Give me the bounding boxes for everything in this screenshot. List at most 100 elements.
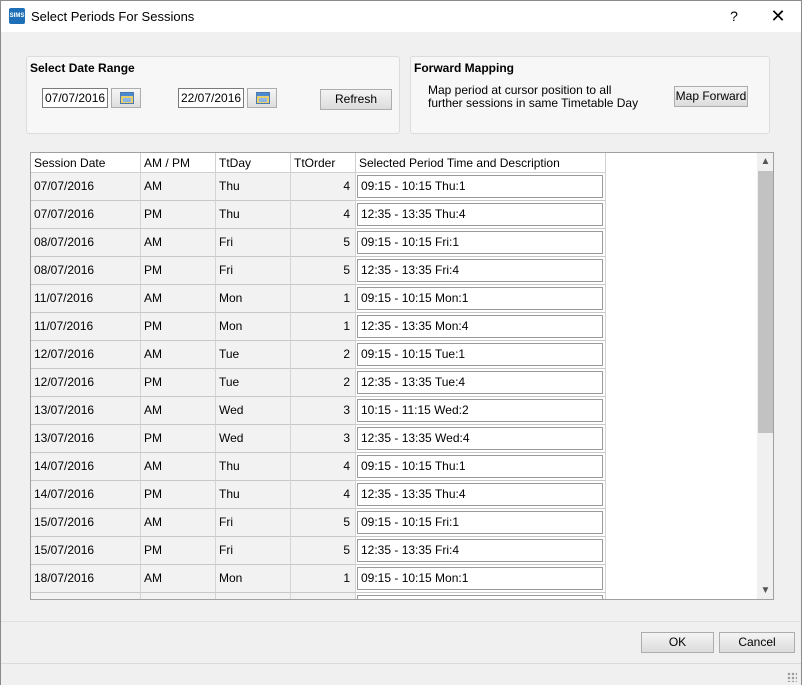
table-cell-date[interactable]: 12/07/2016 — [31, 369, 141, 397]
period-selector[interactable]: 09:15 - 10:15 Tue:1 — [357, 343, 603, 366]
table-cell-date[interactable] — [31, 593, 141, 599]
table-cell-day[interactable]: Thu — [216, 173, 291, 201]
table-cell-order[interactable]: 4 — [291, 481, 356, 509]
table-cell-ampm[interactable]: PM — [141, 537, 216, 565]
scroll-thumb[interactable] — [758, 171, 773, 433]
table-cell-ampm[interactable]: PM — [141, 481, 216, 509]
col-header-am-pm[interactable]: AM / PM — [141, 153, 216, 173]
period-selector[interactable]: 12:35 - 13:35 Fri:4 — [357, 259, 603, 282]
refresh-button[interactable]: Refresh — [320, 89, 392, 110]
table-cell-day[interactable] — [216, 593, 291, 599]
period-selector[interactable]: 12:35 - 13:35 Tue:4 — [357, 371, 603, 394]
table-cell-order[interactable]: 5 — [291, 229, 356, 257]
table-cell-order[interactable]: 1 — [291, 285, 356, 313]
table-cell-day[interactable]: Thu — [216, 481, 291, 509]
table-cell-ampm[interactable]: AM — [141, 341, 216, 369]
scroll-down-icon[interactable]: ▼ — [757, 582, 773, 599]
ok-button[interactable]: OK — [641, 632, 714, 653]
period-selector[interactable]: 09:15 - 10:15 Mon:1 — [357, 287, 603, 310]
table-cell-ampm[interactable]: AM — [141, 453, 216, 481]
scroll-up-icon[interactable]: ▲ — [757, 153, 773, 170]
table-cell-ampm[interactable]: PM — [141, 201, 216, 229]
help-button[interactable]: ? — [721, 3, 747, 29]
table-cell-ampm[interactable]: AM — [141, 285, 216, 313]
table-cell-date[interactable]: 07/07/2016 — [31, 173, 141, 201]
table-cell-date[interactable]: 13/07/2016 — [31, 425, 141, 453]
period-selector[interactable] — [357, 595, 603, 599]
table-cell-day[interactable]: Fri — [216, 509, 291, 537]
table-cell-day[interactable]: Mon — [216, 565, 291, 593]
table-cell-order[interactable]: 2 — [291, 369, 356, 397]
period-selector[interactable]: 09:15 - 10:15 Thu:1 — [357, 455, 603, 478]
table-cell-day[interactable]: Thu — [216, 453, 291, 481]
table-cell-date[interactable]: 08/07/2016 — [31, 229, 141, 257]
table-cell-date[interactable]: 13/07/2016 — [31, 397, 141, 425]
table-cell-order[interactable]: 1 — [291, 565, 356, 593]
period-selector[interactable]: 09:15 - 10:15 Thu:1 — [357, 175, 603, 198]
table-cell-ampm[interactable]: AM — [141, 565, 216, 593]
table-cell-date[interactable]: 11/07/2016 — [31, 285, 141, 313]
table-cell-date[interactable]: 07/07/2016 — [31, 201, 141, 229]
table-cell-day[interactable]: Mon — [216, 313, 291, 341]
table-cell-day[interactable]: Tue — [216, 341, 291, 369]
vertical-scrollbar[interactable]: ▲ ▼ — [757, 153, 773, 599]
period-selector[interactable]: 12:35 - 13:35 Fri:4 — [357, 539, 603, 562]
col-header-session-date[interactable]: Session Date — [31, 153, 141, 173]
period-selector[interactable]: 12:35 - 13:35 Wed:4 — [357, 427, 603, 450]
table-cell-order[interactable]: 4 — [291, 173, 356, 201]
to-date-calendar-button[interactable] — [247, 88, 277, 108]
table-cell-order[interactable]: 4 — [291, 201, 356, 229]
table-cell-ampm[interactable]: AM — [141, 173, 216, 201]
cancel-button[interactable]: Cancel — [719, 632, 795, 653]
close-icon[interactable]: ✕ — [763, 3, 793, 29]
table-cell-ampm[interactable]: PM — [141, 313, 216, 341]
col-header-selected-period[interactable]: Selected Period Time and Description — [356, 153, 606, 173]
period-selector[interactable]: 10:15 - 11:15 Wed:2 — [357, 399, 603, 422]
title-bar[interactable]: SIMS Select Periods For Sessions ? ✕ — [1, 1, 801, 32]
table-cell-ampm[interactable]: AM — [141, 229, 216, 257]
table-cell-ampm[interactable]: PM — [141, 369, 216, 397]
table-cell-date[interactable]: 11/07/2016 — [31, 313, 141, 341]
table-cell-order[interactable]: 5 — [291, 509, 356, 537]
table-cell-order[interactable]: 3 — [291, 425, 356, 453]
table-cell-order[interactable]: 5 — [291, 537, 356, 565]
table-cell-day[interactable]: Tue — [216, 369, 291, 397]
table-cell-date[interactable]: 08/07/2016 — [31, 257, 141, 285]
map-forward-button[interactable]: Map Forward — [674, 86, 748, 107]
period-selector[interactable]: 09:15 - 10:15 Fri:1 — [357, 511, 603, 534]
col-header-ttorder[interactable]: TtOrder — [291, 153, 356, 173]
table-cell-day[interactable]: Wed — [216, 425, 291, 453]
period-selector[interactable]: 12:35 - 13:35 Thu:4 — [357, 483, 603, 506]
table-cell-order[interactable]: 5 — [291, 257, 356, 285]
table-cell-date[interactable]: 14/07/2016 — [31, 453, 141, 481]
table-cell-date[interactable]: 14/07/2016 — [31, 481, 141, 509]
table-cell-ampm[interactable]: AM — [141, 509, 216, 537]
table-cell-day[interactable]: Mon — [216, 285, 291, 313]
from-date-field[interactable]: 07/07/2016 — [42, 88, 108, 108]
table-cell-date[interactable]: 18/07/2016 — [31, 565, 141, 593]
col-header-ttday[interactable]: TtDay — [216, 153, 291, 173]
period-selector[interactable]: 09:15 - 10:15 Mon:1 — [357, 567, 603, 590]
period-selector[interactable]: 12:35 - 13:35 Mon:4 — [357, 315, 603, 338]
to-date-field[interactable]: 22/07/2016 — [178, 88, 244, 108]
period-selector[interactable]: 09:15 - 10:15 Fri:1 — [357, 231, 603, 254]
period-selector[interactable]: 12:35 - 13:35 Thu:4 — [357, 203, 603, 226]
table-cell-order[interactable]: 2 — [291, 341, 356, 369]
table-cell-date[interactable]: 15/07/2016 — [31, 509, 141, 537]
resize-grip-icon[interactable] — [787, 672, 797, 682]
table-cell-day[interactable]: Wed — [216, 397, 291, 425]
table-cell-order[interactable]: 4 — [291, 453, 356, 481]
sessions-grid[interactable]: Session Date AM / PM TtDay TtOrder Selected … — [30, 152, 774, 600]
table-cell-day[interactable]: Fri — [216, 257, 291, 285]
table-cell-ampm[interactable]: PM — [141, 257, 216, 285]
table-cell-ampm[interactable] — [141, 593, 216, 599]
table-cell-date[interactable]: 15/07/2016 — [31, 537, 141, 565]
table-cell-order[interactable]: 1 — [291, 313, 356, 341]
table-cell-order[interactable]: 3 — [291, 397, 356, 425]
table-cell-day[interactable]: Fri — [216, 537, 291, 565]
table-cell-date[interactable]: 12/07/2016 — [31, 341, 141, 369]
from-date-calendar-button[interactable] — [111, 88, 141, 108]
table-cell-ampm[interactable]: AM — [141, 397, 216, 425]
table-cell-day[interactable]: Thu — [216, 201, 291, 229]
table-cell-day[interactable]: Fri — [216, 229, 291, 257]
